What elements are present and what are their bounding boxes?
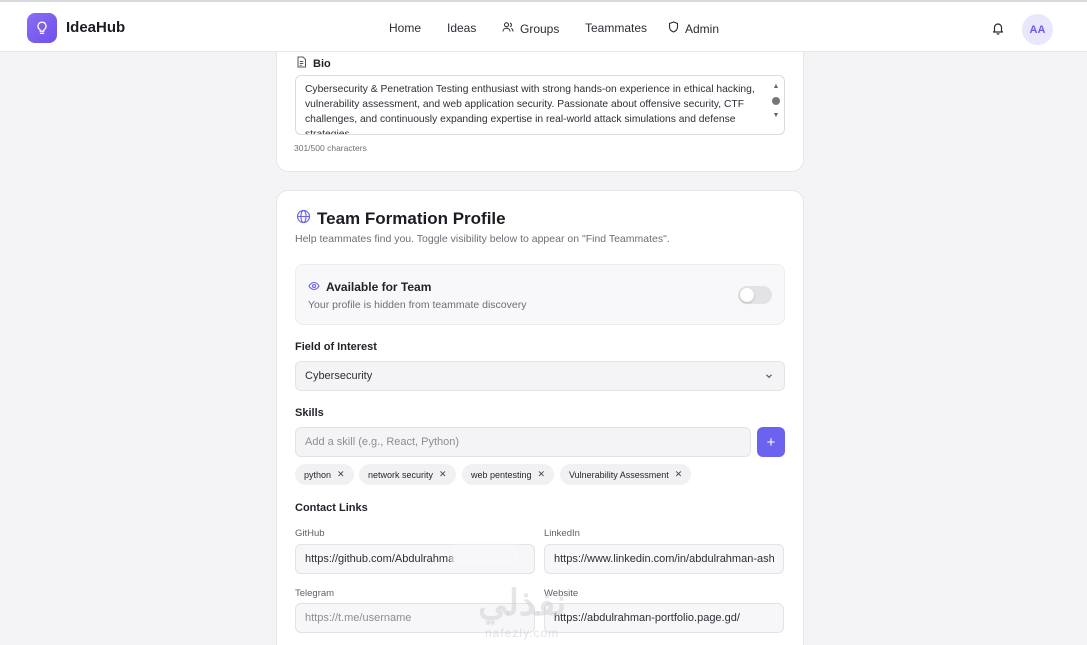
skill-tag-label: python <box>304 469 332 480</box>
team-formation-card <box>276 190 804 645</box>
bio-scrollbar[interactable]: ▲ ▼ <box>771 79 781 129</box>
nav-admin-label: Admin <box>685 21 720 36</box>
nav-groups[interactable]: Groups <box>502 21 559 36</box>
telegram-label: Telegram <box>295 588 335 599</box>
field-of-interest-value: Cybersecurity <box>305 370 373 382</box>
github-label: GitHub <box>295 528 325 539</box>
toggle-knob <box>740 288 754 302</box>
availability-toggle[interactable] <box>738 286 772 304</box>
nav-groups-label: Groups <box>520 21 560 36</box>
remove-tag-icon[interactable]: ✕ <box>439 469 447 480</box>
nav-ideas-label: Ideas <box>447 21 477 35</box>
skill-tag-label: web pentesting <box>471 469 532 480</box>
section-title: Team Formation Profile <box>296 209 506 229</box>
lightbulb-icon[interactable] <box>27 13 57 43</box>
availability-title-text: Available for Team <box>326 280 432 294</box>
skill-tag: web pentesting ✕ <box>462 464 555 485</box>
skill-tag: network security ✕ <box>359 464 456 485</box>
availability-panel: Available for Team Your profile is hidde… <box>295 264 785 325</box>
skill-tag-label: network security <box>368 469 434 480</box>
nav-teammates[interactable]: Teammates <box>585 21 647 35</box>
bell-icon[interactable] <box>991 21 1005 40</box>
skill-tag: Vulnerability Assessment ✕ <box>560 464 692 485</box>
section-subtitle: Help teammates find you. Toggle visibili… <box>295 233 670 245</box>
scroll-up-icon[interactable]: ▲ <box>773 79 780 94</box>
avatar[interactable]: AA <box>1022 14 1053 45</box>
watermark-sub: nafezly.com <box>485 626 560 640</box>
section-title-text: Team Formation Profile <box>317 209 506 228</box>
nav-teammates-label: Teammates <box>585 21 648 35</box>
globe-icon <box>296 209 311 229</box>
scroll-thumb[interactable] <box>772 97 780 105</box>
shield-icon <box>668 21 679 36</box>
contact-links-label: Contact Links <box>295 502 368 514</box>
brand-name[interactable]: IdeaHub <box>66 19 125 36</box>
bio-textarea[interactable]: Cybersecurity & Penetration Testing enth… <box>295 75 785 135</box>
nav-home-label: Home <box>389 21 422 35</box>
redacted-blur <box>452 545 518 565</box>
bio-label: Bio <box>296 56 331 71</box>
watermark: نفذلي <box>478 582 567 623</box>
website-field[interactable] <box>544 603 784 633</box>
nav-admin[interactable]: Admin <box>668 21 719 36</box>
skills-label: Skills <box>295 407 324 419</box>
eye-icon <box>308 280 320 294</box>
users-icon <box>502 21 514 36</box>
remove-tag-icon[interactable]: ✕ <box>337 469 345 480</box>
skill-tag-label: Vulnerability Assessment <box>569 469 669 480</box>
add-skill-button[interactable]: + <box>757 427 785 457</box>
availability-title: Available for Team <box>308 280 431 294</box>
chevron-down-icon <box>764 371 774 384</box>
skill-tag: python ✕ <box>295 464 354 485</box>
field-of-interest-label: Field of Interest <box>295 341 377 353</box>
linkedin-field[interactable] <box>544 544 784 574</box>
bio-char-count: 301/500 characters <box>294 143 367 153</box>
remove-tag-icon[interactable]: ✕ <box>675 469 683 480</box>
nav-ideas[interactable]: Ideas <box>447 21 476 35</box>
scroll-down-icon[interactable]: ▼ <box>773 108 780 123</box>
document-icon <box>296 56 307 71</box>
field-of-interest-select[interactable]: Cybersecurity <box>295 361 785 391</box>
availability-subtitle: Your profile is hidden from teammate dis… <box>308 299 527 311</box>
bio-label-text: Bio <box>313 57 331 70</box>
linkedin-label: LinkedIn <box>544 528 580 539</box>
plus-icon: + <box>766 433 776 451</box>
remove-tag-icon[interactable]: ✕ <box>538 469 546 480</box>
bio-text: Cybersecurity & Penetration Testing enth… <box>305 84 755 135</box>
skill-input[interactable] <box>295 427 751 457</box>
nav-home[interactable]: Home <box>389 21 421 35</box>
top-navbar: IdeaHub Home Ideas Groups Teammates Admi… <box>0 0 1087 52</box>
